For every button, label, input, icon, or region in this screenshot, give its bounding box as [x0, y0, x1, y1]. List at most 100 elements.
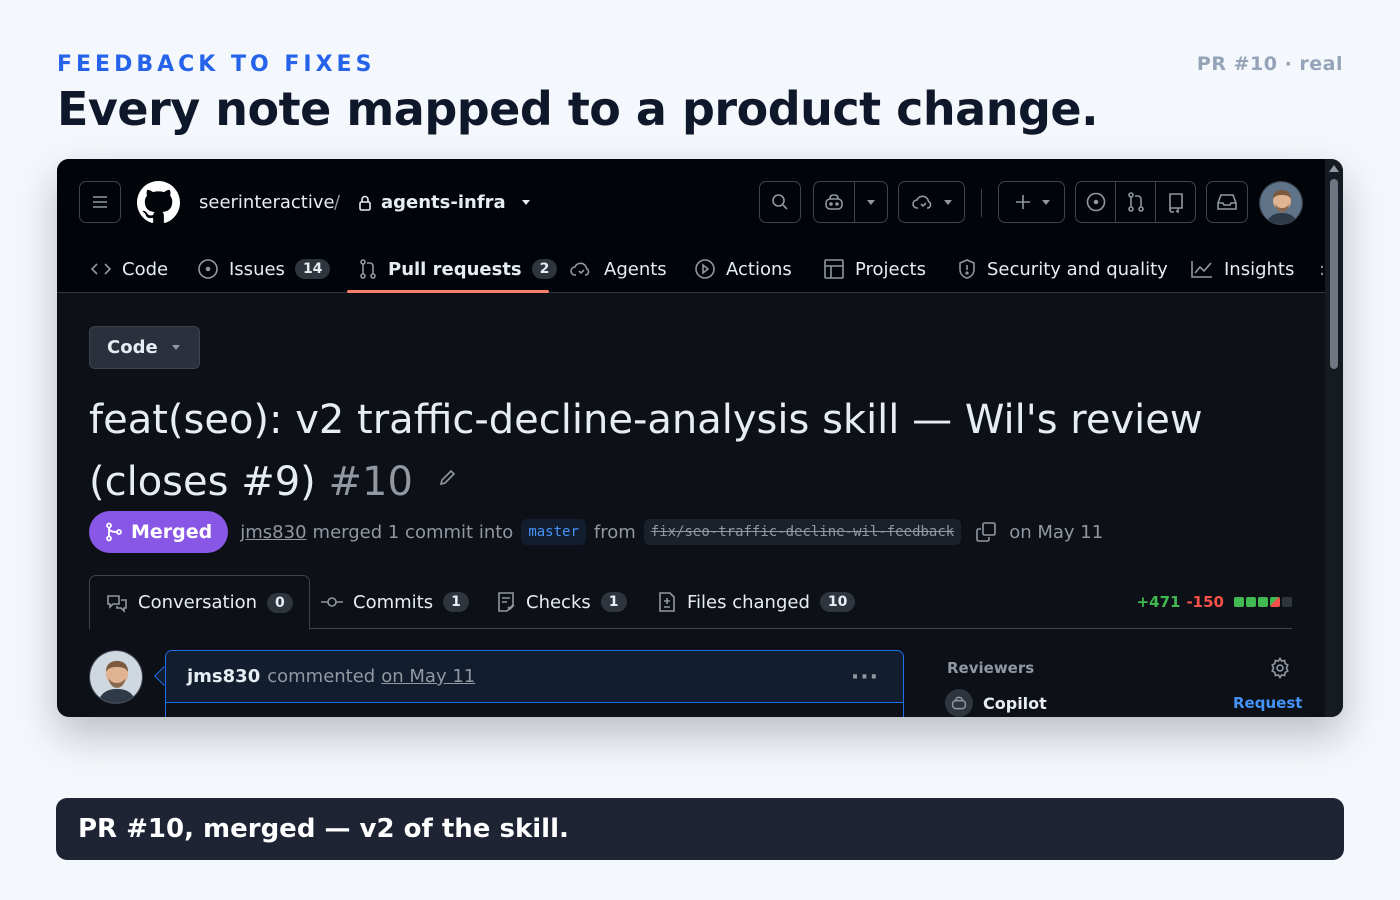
projects-icon [824, 259, 844, 279]
scrollbar[interactable] [1325, 159, 1343, 717]
copilot-icon [945, 689, 973, 717]
github-screenshot: seerinteractive / agents-infra Code Issu… [57, 159, 1343, 717]
edit-title-button[interactable] [438, 447, 458, 501]
reviewers-heading: Reviewers [947, 659, 1035, 677]
merge-text: merged 1 commit into [312, 521, 514, 543]
agents-icon [570, 262, 590, 276]
gear-icon [1271, 656, 1289, 680]
tab-label: Conversation [138, 592, 258, 613]
pull-request-icon [360, 259, 376, 279]
nav-code[interactable]: Code [90, 245, 168, 293]
request-review-link[interactable]: Request [1233, 694, 1302, 712]
agents-button[interactable] [899, 182, 964, 222]
graph-icon [1191, 261, 1212, 278]
avatar-image [90, 651, 142, 703]
agents-cloud-icon [911, 195, 931, 209]
head-branch[interactable]: fix/seo-traffic-decline-wil-feedback [643, 519, 962, 545]
diffstat-bar [1232, 597, 1292, 607]
copilot-icon [825, 194, 843, 210]
repo-owner-link[interactable]: seerinteractive [199, 192, 335, 213]
inbox-button[interactable] [1206, 181, 1248, 223]
copilot-dropdown[interactable] [855, 182, 887, 222]
comment-action: commented [267, 666, 376, 687]
nav-label: Pull requests [388, 258, 522, 280]
merge-date: on May 11 [1009, 521, 1104, 543]
comment-author[interactable]: jms830 [187, 666, 260, 687]
commit-icon [321, 597, 343, 607]
nav-label: Code [122, 258, 169, 280]
nav-projects[interactable]: Projects [823, 245, 926, 293]
code-dropdown-button[interactable]: Code [89, 326, 200, 369]
pr-title: feat(seo): v2 traffic-decline-analysis s… [89, 393, 1289, 509]
quick-links-group [1075, 181, 1196, 223]
file-diff-icon [659, 592, 675, 612]
divider [981, 189, 982, 217]
pr-badge: PR #10 · real [1196, 53, 1343, 75]
nav-security[interactable]: Security and quality [957, 245, 1168, 293]
nav-label: Security and quality [987, 258, 1168, 280]
tab-commits[interactable]: Commits 1 [321, 575, 469, 629]
chevron-down-icon [867, 199, 875, 205]
path-separator: / [334, 192, 341, 213]
copilot-button[interactable] [814, 182, 855, 222]
conversation-icon [107, 594, 127, 613]
merged-label: Merged [131, 521, 213, 543]
tab-conversation[interactable]: Conversation 0 [89, 575, 310, 630]
nav-issues[interactable]: Issues 14 [197, 245, 331, 293]
kebab-menu-icon[interactable]: ··· [851, 665, 879, 690]
issues-shortcut[interactable] [1076, 182, 1116, 222]
issue-icon [198, 259, 218, 279]
nav-pull-requests[interactable]: Pull requests 2 [358, 245, 558, 293]
tab-count: 1 [600, 592, 627, 612]
issue-icon [1086, 192, 1105, 212]
merged-badge: Merged [89, 511, 229, 553]
menu-button[interactable] [79, 181, 121, 223]
checklist-icon [498, 592, 515, 612]
comment-author-avatar[interactable] [89, 650, 143, 704]
from-text: from [593, 521, 636, 543]
shield-icon [959, 259, 975, 279]
copy-branch-button[interactable] [975, 521, 997, 543]
search-icon [772, 194, 788, 210]
code-icon [90, 263, 112, 275]
nav-count: 14 [294, 259, 331, 279]
deletions-count: -150 [1186, 593, 1224, 611]
base-branch[interactable]: master [521, 519, 586, 545]
repositories-shortcut[interactable] [1156, 182, 1195, 222]
pr-title-text: feat(seo): v2 traffic-decline-analysis s… [89, 397, 1203, 505]
copy-icon [976, 522, 997, 542]
nav-label: Actions [726, 258, 792, 280]
nav-label: Issues [229, 258, 285, 280]
tab-count: 10 [819, 592, 856, 612]
reviewers-settings-button[interactable] [1269, 656, 1291, 683]
scroll-thumb[interactable] [1330, 179, 1338, 369]
repo-name-link[interactable]: agents-infra [357, 192, 530, 213]
search-button[interactable] [759, 181, 801, 223]
avatar-image [1260, 182, 1302, 224]
actions-icon [695, 259, 715, 279]
hamburger-icon [93, 196, 107, 208]
github-logo-icon[interactable] [137, 181, 180, 228]
repo-nav: Code Issues 14 Pull requests 2 Agents Ac… [57, 245, 1325, 293]
author-link[interactable]: jms830 [240, 522, 306, 543]
comment-header: jms830 commented on May 11 ··· [166, 651, 903, 703]
tab-checks[interactable]: Checks 1 [496, 575, 627, 629]
comment-timestamp[interactable]: on May 11 [381, 666, 475, 687]
nav-label: Projects [855, 258, 926, 280]
repo-name: agents-infra [381, 192, 506, 213]
scroll-up-icon[interactable] [1329, 165, 1339, 172]
nav-insights[interactable]: Insights [1190, 245, 1294, 293]
chevron-down-icon [521, 200, 530, 205]
create-new-button[interactable] [999, 182, 1064, 222]
chevron-down-icon [1041, 199, 1050, 205]
nav-actions[interactable]: Actions [694, 245, 792, 293]
additions-count: +471 [1136, 593, 1181, 611]
tab-files-changed[interactable]: Files changed 10 [657, 575, 856, 629]
pull-requests-shortcut[interactable] [1116, 182, 1156, 222]
user-avatar[interactable] [1259, 181, 1303, 225]
reviewer-name: Copilot [983, 693, 1047, 713]
chevron-down-icon [171, 345, 180, 350]
nav-label: Agents [604, 258, 667, 280]
nav-agents[interactable]: Agents [570, 245, 667, 293]
headline: Every note mapped to a product change. [57, 82, 1099, 136]
